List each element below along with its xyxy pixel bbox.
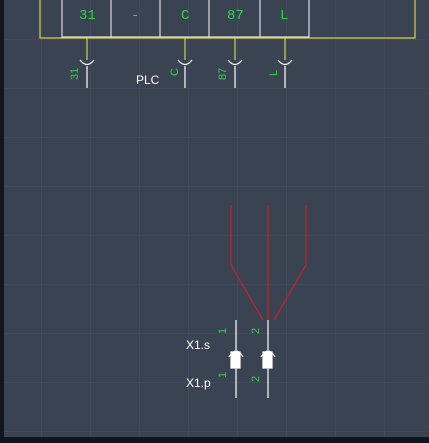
red-wires: [230, 205, 307, 321]
viewport-left-border: [0, 0, 4, 443]
socket-pin-2: 2: [250, 327, 262, 334]
connector-pin-87: 87: [217, 67, 229, 80]
schematic-drawing: [39, 0, 416, 398]
connector-pin-31: 31: [69, 67, 81, 80]
socket-pin-1: 1: [217, 327, 229, 334]
connector-31-symbol: [79, 38, 95, 88]
plug-socket-label: X1.s: [186, 338, 211, 352]
pin-pin-1: 1: [217, 371, 229, 378]
connector-pin-L: L: [268, 69, 280, 76]
connector-C-symbol: [177, 38, 193, 88]
connector-pin-C: C: [169, 68, 181, 76]
terminal-cell-dash: -: [131, 8, 140, 24]
connector-L-symbol: [277, 38, 293, 88]
terminal-cell-31: 31: [79, 8, 96, 24]
connector-87-symbol: [227, 38, 243, 88]
plug-pin-label: X1.p: [186, 376, 211, 390]
terminal-cell-87: 87: [227, 8, 244, 24]
viewport-bottom-border: [0, 437, 429, 443]
terminal-cell-C: C: [181, 8, 190, 24]
drawing-canvas[interactable]: 31 - C 87 L 31 C 87 L PLC X1.s X1.p 1 2 …: [0, 0, 429, 443]
plc-label: PLC: [136, 73, 160, 87]
pin-pin-2: 2: [250, 375, 262, 382]
terminal-cell-L: L: [280, 8, 289, 24]
